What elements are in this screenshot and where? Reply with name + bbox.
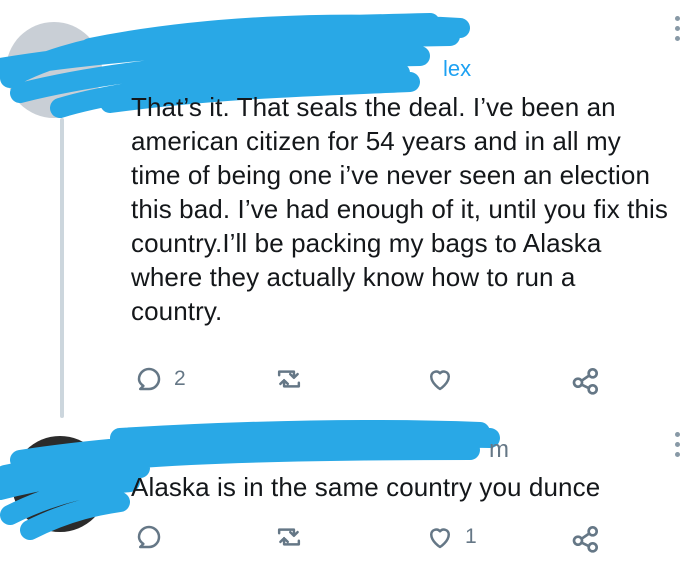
like-button[interactable]: 1 xyxy=(425,522,477,552)
tweet-text: That’s it. That seals the deal. I’ve bee… xyxy=(131,92,668,326)
like-button[interactable] xyxy=(425,364,455,394)
thread-line xyxy=(60,118,64,418)
more-icon xyxy=(674,16,680,21)
reply-button[interactable]: 2 xyxy=(134,364,186,394)
more-menu-button[interactable] xyxy=(672,432,682,457)
reply-button[interactable] xyxy=(134,522,174,552)
retweet-icon xyxy=(277,528,301,546)
retweet-button[interactable] xyxy=(273,364,305,394)
like-count: 1 xyxy=(465,525,477,548)
retweet-icon xyxy=(277,370,301,388)
reply-icon xyxy=(137,525,161,549)
share-icon xyxy=(572,368,598,395)
reply-icon xyxy=(137,367,161,391)
like-icon xyxy=(430,370,450,391)
retweet-button[interactable] xyxy=(273,522,305,552)
more-menu-button[interactable] xyxy=(672,16,682,41)
reply-count: 2 xyxy=(174,367,186,390)
share-button[interactable] xyxy=(570,522,602,554)
share-icon xyxy=(572,526,598,553)
user-handle[interactable]: m xyxy=(489,436,509,464)
tweet-text: Alaska is in the same country you dunce xyxy=(131,472,601,502)
replying-to-handle[interactable]: lex xyxy=(443,56,471,82)
share-button[interactable] xyxy=(570,364,602,396)
like-icon xyxy=(430,528,450,549)
more-icon xyxy=(674,432,680,437)
